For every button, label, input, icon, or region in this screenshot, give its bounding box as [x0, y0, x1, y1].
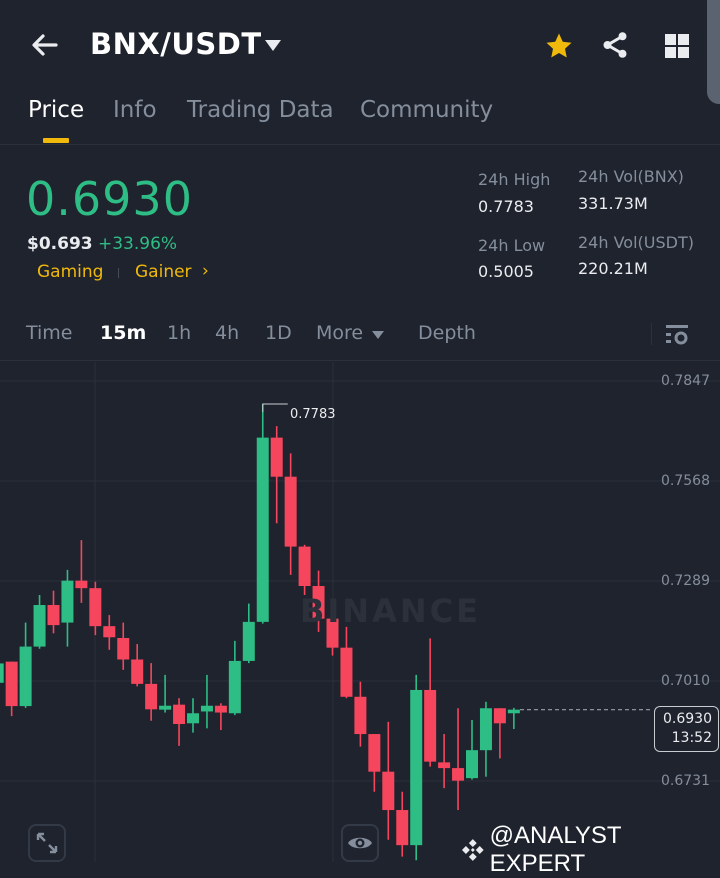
candle-up — [242, 621, 255, 661]
candle-down — [284, 476, 297, 547]
candle-down — [89, 588, 102, 627]
candle-down — [382, 771, 395, 811]
last-price-tag-value: 0.6930 — [663, 711, 712, 727]
high-value: 0.7783 — [478, 197, 534, 216]
price-change: +33.96% — [98, 234, 178, 254]
candle-down — [173, 704, 186, 725]
candle-up — [228, 660, 241, 714]
candle-up — [410, 689, 423, 846]
high-marker-line — [262, 403, 288, 412]
share-icon — [603, 32, 627, 58]
low-label: 24h Low — [478, 236, 546, 255]
candle-down — [493, 708, 506, 724]
arrow-left-icon — [32, 34, 58, 56]
vol-base-label: 24h Vol(BNX) — [578, 167, 684, 186]
share-button[interactable] — [600, 30, 630, 64]
last-price: 0.6930 — [26, 172, 193, 226]
candle-down — [131, 659, 144, 684]
eye-icon — [348, 837, 372, 849]
tab-community[interactable]: Community — [360, 97, 493, 123]
vol-quote-value: 220.21M — [578, 259, 648, 278]
candle-up — [479, 708, 492, 751]
candle-down — [396, 810, 409, 846]
grid-icon — [665, 34, 689, 58]
fullscreen-button[interactable] — [28, 824, 66, 862]
vol-base-value: 331.73M — [578, 194, 648, 213]
interval-15m[interactable]: 15m — [100, 322, 146, 344]
more-caret-icon — [372, 331, 384, 339]
vol-quote-label: 24h Vol(USDT) — [578, 233, 694, 252]
candle-down — [424, 689, 437, 762]
interval-time[interactable]: Time — [26, 322, 73, 344]
tab-trading-data[interactable]: Trading Data — [187, 97, 334, 123]
binance-logo-icon — [461, 839, 484, 861]
pair-dropdown-caret-icon[interactable] — [265, 40, 281, 51]
divider — [651, 323, 652, 345]
high-marker-label: 0.7783 — [290, 407, 336, 422]
depth-tab[interactable]: Depth — [418, 322, 476, 344]
scrollbar[interactable] — [707, 0, 720, 104]
candle-up — [256, 437, 269, 622]
expand-icon — [36, 832, 58, 854]
y-tick: 0.7010 — [661, 673, 710, 689]
y-tick: 0.6731 — [661, 773, 710, 789]
candle-down — [47, 605, 60, 626]
tag-separator — [118, 268, 119, 278]
candle-down — [438, 762, 451, 769]
divider — [0, 360, 720, 361]
candle-down — [103, 626, 116, 638]
active-tab-indicator — [43, 138, 69, 143]
candle-up — [187, 713, 199, 724]
y-tick: 0.7847 — [661, 373, 710, 389]
chart-settings-button[interactable] — [665, 324, 689, 350]
credit-text: @ANALYST EXPERT — [489, 822, 622, 877]
candle-up — [507, 709, 520, 714]
candle-up — [200, 705, 213, 712]
favorite-button[interactable] — [544, 31, 574, 65]
candle-down — [75, 580, 88, 589]
candle-down — [340, 647, 353, 697]
y-tick: 0.7289 — [661, 573, 710, 589]
chart-watermark: BINANCE — [300, 592, 481, 630]
candle-down — [354, 696, 367, 735]
chevron-right-icon[interactable]: › — [202, 261, 209, 281]
candle-down — [368, 734, 381, 772]
back-button[interactable] — [28, 28, 62, 62]
y-tick: 0.7568 — [661, 473, 710, 489]
candle-down — [298, 546, 311, 587]
tab-info[interactable]: Info — [113, 97, 157, 123]
interval-1d[interactable]: 1D — [265, 322, 292, 344]
candle-countdown: 13:52 — [671, 730, 712, 746]
interval-4h[interactable]: 4h — [215, 322, 239, 344]
tag-gainer[interactable]: Gainer — [135, 262, 192, 282]
chart-settings-icon — [666, 325, 688, 345]
high-label: 24h High — [478, 170, 551, 189]
pair-title[interactable]: BNX/USDT — [90, 27, 262, 61]
credit-watermark: @ANALYST EXPERT — [460, 822, 720, 878]
candle-up — [466, 750, 478, 779]
usd-price: $0.693 — [27, 234, 93, 254]
tab-price[interactable]: Price — [28, 97, 84, 123]
layout-button[interactable] — [664, 33, 690, 63]
candle-up — [0, 663, 4, 683]
tag-gaming[interactable]: Gaming — [37, 262, 103, 282]
candle-up — [33, 605, 46, 647]
visibility-button[interactable] — [341, 824, 379, 862]
low-value: 0.5005 — [478, 262, 534, 281]
last-price-tag[interactable]: 0.6930 13:52 — [654, 706, 719, 752]
candle-down — [270, 437, 283, 477]
candle-down — [5, 661, 18, 707]
candle-down — [145, 683, 158, 710]
candle-up — [19, 646, 32, 707]
interval-1h[interactable]: 1h — [167, 322, 191, 344]
candle-down — [452, 768, 465, 781]
candle-down — [117, 637, 130, 660]
candle-up — [159, 705, 172, 710]
divider — [0, 144, 720, 145]
candle-down — [214, 705, 227, 713]
star-icon — [546, 33, 572, 58]
candle-up — [61, 580, 74, 623]
interval-more[interactable]: More — [316, 322, 363, 344]
